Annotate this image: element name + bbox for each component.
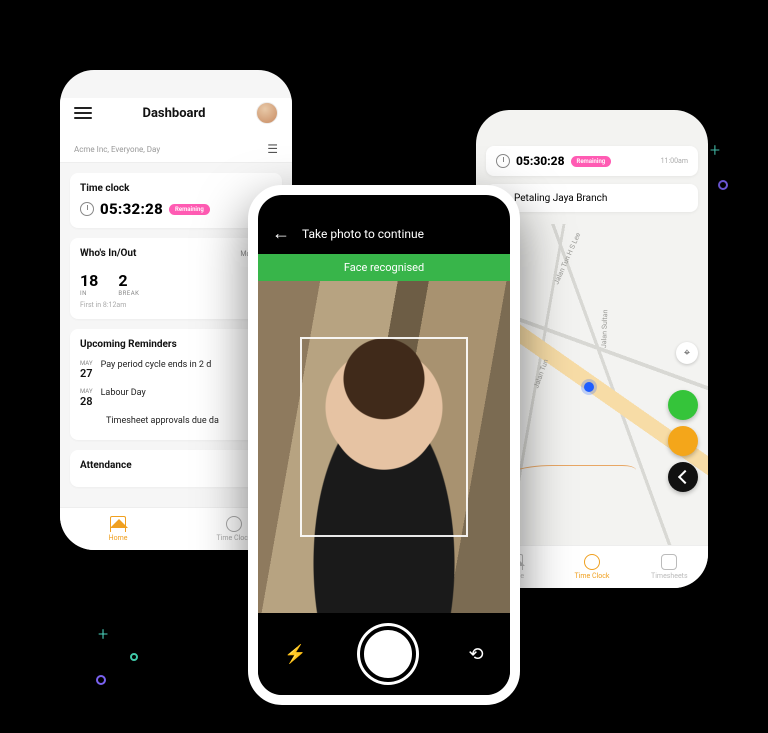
decor-circle-icon	[130, 653, 138, 661]
reminder-day: 28	[80, 395, 93, 408]
timeclock-badge: Remaining	[169, 204, 210, 215]
reminder-text: Timesheet approvals due da	[106, 416, 219, 426]
camera-title: Take photo to continue	[302, 227, 424, 241]
stopwatch-icon	[226, 516, 242, 532]
branch-name: Petaling Jaya Branch	[514, 193, 607, 204]
clock-out-button[interactable]	[668, 462, 698, 492]
recenter-button[interactable]: ⌖	[676, 342, 698, 364]
reminder-month: MAY	[80, 360, 93, 367]
attendance-title: Attendance	[80, 460, 272, 471]
reminder-item[interactable]: MAY27 Pay period cycle ends in 2 d	[80, 356, 272, 384]
tab-label: Time Clock	[217, 534, 252, 542]
clock-icon	[80, 202, 94, 216]
filter-icon[interactable]: ☰	[267, 142, 278, 156]
camera-viewfinder	[258, 281, 510, 613]
reminder-text: Pay period cycle ends in 2 d	[101, 360, 212, 370]
tab-label: Home	[109, 534, 128, 542]
timeclock-value: 05:32:28	[100, 200, 163, 218]
map-out-time: 11:00am	[661, 157, 688, 165]
map-time: 05:30:28	[516, 154, 565, 168]
tab-timesheets[interactable]: Timesheets	[631, 546, 708, 588]
map-time-badge: Remaining	[571, 156, 612, 167]
clock-in-button[interactable]	[668, 390, 698, 420]
flash-icon[interactable]: ⚡	[284, 644, 306, 665]
switch-camera-icon[interactable]: ⟲	[468, 644, 483, 665]
decor-circle-icon	[718, 180, 728, 190]
back-arrow-icon[interactable]: ←	[272, 223, 290, 244]
reminder-day: 27	[80, 367, 93, 380]
timeclock-title: Time clock	[80, 183, 272, 194]
menu-icon[interactable]	[74, 107, 92, 119]
reminder-item[interactable]: MAY28 Labour Day	[80, 384, 272, 412]
break-label: BREAK	[118, 290, 139, 297]
filter-summary[interactable]: Acme Inc, Everyone, Day	[74, 145, 160, 154]
decor-plus-icon: +	[710, 140, 720, 161]
face-recognised-banner: Face recognised	[258, 254, 510, 281]
reminder-item[interactable]: Timesheet approvals due da	[80, 412, 272, 430]
stopwatch-icon	[584, 554, 600, 570]
tab-home[interactable]: Home	[60, 508, 176, 550]
clock-icon	[496, 154, 510, 168]
reminder-text: Labour Day	[101, 388, 146, 398]
home-icon	[110, 516, 126, 532]
page-title: Dashboard	[143, 106, 206, 121]
tab-time-clock[interactable]: Time Clock	[553, 546, 630, 588]
whos-title: Who's In/Out	[80, 248, 136, 259]
in-label: IN	[80, 290, 87, 297]
shutter-button[interactable]	[360, 626, 416, 682]
tab-label: Timesheets	[651, 572, 688, 580]
timesheet-icon	[661, 554, 677, 570]
road-label: Jalan Tun	[532, 358, 550, 389]
decor-circle-icon	[96, 675, 106, 685]
decor-plus-icon: +	[98, 624, 108, 645]
break-button[interactable]	[668, 426, 698, 456]
avatar[interactable]	[256, 102, 278, 124]
road-label: Jalan Tun H S Lee	[552, 231, 582, 285]
reminders-title: Upcoming Reminders	[80, 339, 272, 350]
map-timeclock-card[interactable]: 05:30:28 Remaining 11:00am	[486, 146, 698, 176]
phone-notch	[318, 195, 449, 221]
whos-footer: First in 8:12am	[80, 301, 272, 309]
break-count: 2	[118, 271, 127, 290]
camera-controls: ⚡ ⟲	[258, 613, 510, 695]
current-location-dot	[584, 382, 594, 392]
phone-camera: ← Take photo to continue Face recognised…	[248, 185, 520, 705]
tab-label: Time Clock	[575, 572, 610, 580]
reminder-month: MAY	[80, 388, 93, 395]
road-label: Jalan Sultan	[600, 309, 609, 348]
in-count: 18	[80, 271, 98, 290]
face-frame	[300, 337, 468, 537]
